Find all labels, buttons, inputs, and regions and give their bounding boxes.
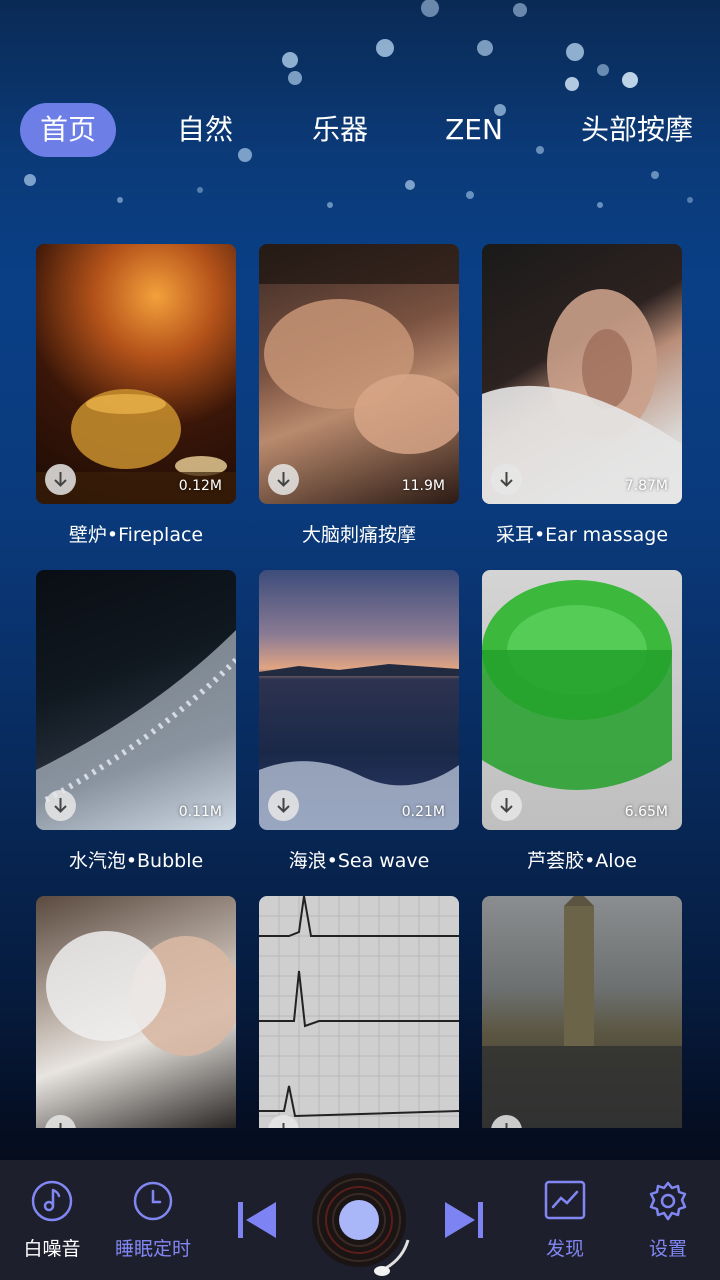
card-title: 采耳•Ear massage <box>495 524 669 546</box>
card-title: 壁炉•Fireplace <box>68 524 204 546</box>
download-icon[interactable] <box>491 464 522 495</box>
nav-label: 发现 <box>545 1238 584 1260</box>
previous-track-icon[interactable] <box>236 1200 278 1240</box>
download-icon[interactable] <box>491 790 522 821</box>
file-size: 7.87M <box>624 478 668 494</box>
file-size: 6.65M <box>624 804 668 820</box>
nav-label: 设置 <box>648 1238 687 1260</box>
card-title: 水汽泡•Bubble <box>68 850 204 872</box>
file-size: 0.11M <box>178 804 222 820</box>
rain-window-image <box>482 896 682 1128</box>
card-title: 海浪•Sea wave <box>288 850 430 872</box>
sound-card-rain[interactable] <box>482 896 682 1128</box>
gear-icon <box>649 1181 687 1221</box>
file-size: 0.12M <box>178 478 222 494</box>
sound-card-bubble[interactable]: 0.11M <box>36 570 236 830</box>
music-note-icon <box>31 1180 73 1222</box>
tab-head-massage[interactable]: 头部按摩 <box>575 103 699 157</box>
sound-card-fireplace[interactable]: 0.12M <box>36 244 236 504</box>
download-icon[interactable] <box>45 790 76 821</box>
nav-discover[interactable]: 发现 <box>515 1180 615 1261</box>
download-icon[interactable] <box>268 790 299 821</box>
trend-chart-icon <box>544 1180 586 1220</box>
download-icon[interactable] <box>45 464 76 495</box>
nav-label: 白噪音 <box>23 1238 81 1260</box>
sound-card-heartbeat[interactable] <box>259 896 459 1128</box>
sound-card-ear-massage[interactable]: 7.87M <box>482 244 682 504</box>
sound-card-aloe[interactable]: 6.65M <box>482 570 682 830</box>
category-tabs: 首页 自然 乐器 ZEN 头部按摩 <box>0 103 720 159</box>
download-icon[interactable] <box>268 464 299 495</box>
bottom-player-bar: 白噪音 睡眠定时 发现 设置 <box>0 1160 720 1280</box>
tab-zen[interactable]: ZEN <box>436 103 512 157</box>
file-size: 0.21M <box>401 804 445 820</box>
tab-home[interactable]: 首页 <box>20 103 116 157</box>
nav-settings[interactable]: 设置 <box>618 1180 718 1261</box>
ecg-image <box>259 896 459 1128</box>
nav-white-noise[interactable]: 白噪音 <box>2 1180 102 1261</box>
tab-instruments[interactable]: 乐器 <box>300 103 380 157</box>
nav-label: 睡眠定时 <box>114 1238 191 1260</box>
tab-nature[interactable]: 自然 <box>165 103 245 157</box>
next-track-icon[interactable] <box>443 1200 485 1240</box>
hair-wash-image <box>46 931 236 1056</box>
sound-card-sea-wave[interactable]: 0.21M <box>259 570 459 830</box>
file-size: 11.9M <box>401 478 445 494</box>
card-title: 芦荟胶•Aloe <box>527 850 637 872</box>
sound-card-hair-wash[interactable] <box>36 896 236 1128</box>
nav-sleep-timer[interactable]: 睡眠定时 <box>103 1180 203 1261</box>
clock-icon <box>133 1181 173 1221</box>
vinyl-disc-play-button[interactable] <box>308 1168 418 1280</box>
card-title: 大脑刺痛按摩 <box>301 524 416 546</box>
sound-card-head-massage[interactable]: 11.9M <box>259 244 459 504</box>
